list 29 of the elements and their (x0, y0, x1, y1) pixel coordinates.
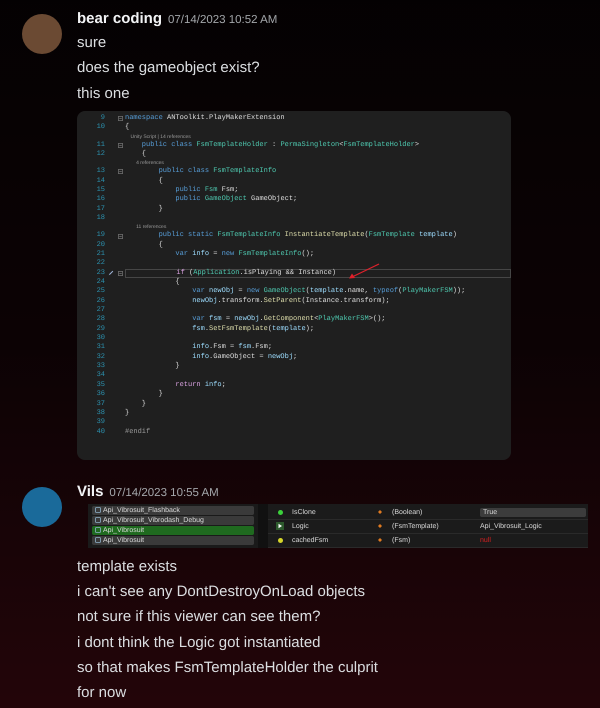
diamond-icon (378, 524, 382, 528)
timestamp: 07/14/2023 10:52 AM (168, 14, 278, 26)
diamond-icon (378, 538, 382, 542)
author-name[interactable]: Vils (77, 482, 104, 500)
play-icon (276, 522, 284, 530)
message-text: for now (77, 683, 128, 704)
message-text: so that makes FsmTemplateHolder the culprit (77, 658, 379, 678)
collapse-icon[interactable] (118, 116, 123, 122)
collapse-icon[interactable] (118, 169, 123, 174)
status-dot (278, 510, 282, 515)
message-text: template exists (77, 556, 178, 577)
collapse-icon[interactable] (118, 142, 123, 148)
collapse-icon[interactable] (118, 234, 123, 238)
message-text: i dont think the Logic got instantiated (77, 632, 322, 653)
message-text: not sure if this viewer can see them? (77, 607, 322, 628)
message-text: does the gameobject exist? (77, 58, 261, 78)
avatar[interactable] (22, 14, 62, 54)
message-text: this one (77, 84, 131, 104)
pencil-icon (108, 270, 114, 276)
timestamp: 07/14/2023 10:55 AM (109, 486, 219, 499)
collapse-icon[interactable] (118, 270, 123, 276)
message-text: sure (77, 33, 108, 53)
avatar[interactable] (22, 486, 62, 527)
author-name[interactable]: bear coding (77, 10, 162, 27)
arrow-icon (348, 262, 380, 279)
diamond-icon (378, 510, 382, 514)
message-text: i can't see any DontDestroyOnLoad objects (77, 582, 366, 602)
status-dot (278, 538, 282, 543)
code-screenshot[interactable] (77, 110, 511, 460)
